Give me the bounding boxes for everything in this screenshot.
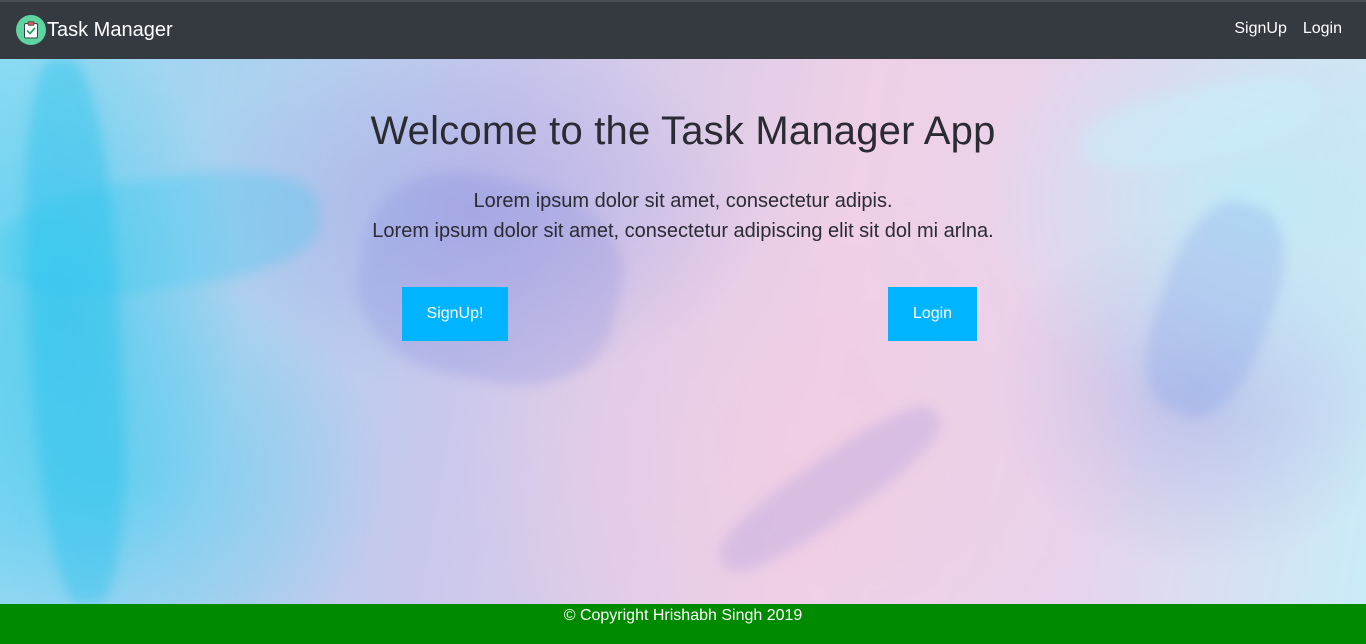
top-navbar: Task Manager SignUp Login (0, 0, 1366, 59)
hero-description-line: Lorem ipsum dolor sit amet, consectetur … (372, 220, 994, 242)
nav-link-login[interactable]: Login (1303, 20, 1342, 38)
background-brush-stroke (706, 389, 954, 589)
nav-link-signup[interactable]: SignUp (1234, 20, 1286, 38)
brand-link[interactable]: Task Manager (16, 15, 173, 45)
clipboard-check-icon (16, 15, 46, 45)
brand-title: Task Manager (47, 19, 173, 41)
nav-links: SignUp Login (1218, 20, 1342, 38)
footer: © Copyright Hrishabh Singh 2019 (0, 604, 1366, 644)
hero-description-line: Lorem ipsum dolor sit amet, consectetur … (473, 190, 893, 212)
hero-title: Welcome to the Task Manager App (370, 109, 996, 153)
copyright-text: © Copyright Hrishabh Singh 2019 (563, 607, 803, 624)
hero-section: Welcome to the Task Manager App Lorem ip… (0, 59, 1366, 604)
login-button[interactable]: Login (888, 287, 977, 341)
signup-button[interactable]: SignUp! (402, 287, 508, 341)
